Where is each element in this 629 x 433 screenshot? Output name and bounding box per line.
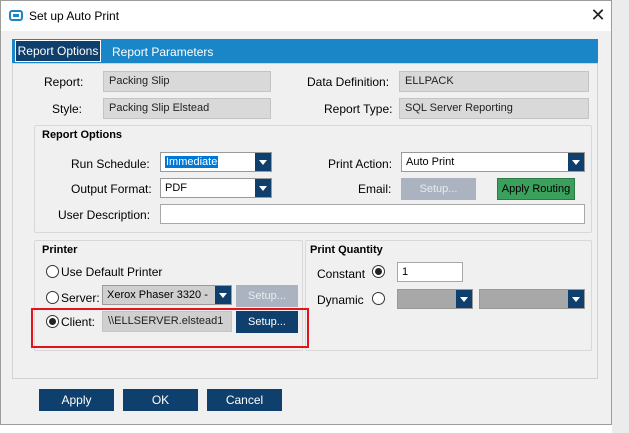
window-title: Set up Auto Print — [29, 9, 120, 23]
chevron-down-icon — [215, 286, 231, 304]
output-format-label: Output Format: — [71, 182, 152, 196]
output-format-value: PDF — [165, 182, 187, 194]
server-printer-value: Xerox Phaser 3320 - — [107, 289, 208, 301]
ok-button[interactable]: OK — [123, 389, 198, 411]
chevron-down-icon — [568, 153, 584, 171]
server-printer-label: Server: — [61, 291, 100, 305]
constant-radio[interactable] — [372, 265, 385, 278]
style-label: Style: — [52, 102, 83, 116]
user-description-input[interactable] — [160, 204, 585, 224]
background-app-area — [612, 0, 629, 433]
chevron-down-icon — [255, 179, 271, 197]
chevron-down-icon — [568, 290, 584, 308]
use-default-printer-label: Use Default Printer — [61, 265, 163, 279]
cancel-button[interactable]: Cancel — [207, 389, 282, 411]
run-schedule-select[interactable]: Immediate — [160, 152, 272, 172]
email-label: Email: — [358, 182, 392, 196]
report-field: Packing Slip — [103, 71, 271, 92]
apply-routing-button[interactable]: Apply Routing — [497, 178, 575, 200]
printer-group-title: Printer — [42, 244, 78, 256]
print-quantity-group-title: Print Quantity — [310, 244, 383, 256]
output-format-select[interactable]: PDF — [160, 178, 272, 198]
tab-report-parameters[interactable]: Report Parameters — [112, 41, 213, 63]
email-setup-button[interactable]: Setup... — [401, 178, 476, 200]
apply-button[interactable]: Apply — [39, 389, 114, 411]
run-schedule-label: Run Schedule: — [71, 157, 150, 171]
style-field: Packing Slip Elstead — [103, 98, 271, 119]
chevron-down-icon — [456, 290, 472, 308]
tab-bar: Report Options Report Parameters — [12, 39, 598, 63]
server-setup-button[interactable]: Setup... — [236, 285, 298, 307]
auto-print-dialog: Set up Auto Print ✕ Report Options Repor… — [0, 0, 612, 425]
data-definition-label: Data Definition: — [307, 75, 390, 89]
print-action-select[interactable]: Auto Print — [401, 152, 585, 172]
dynamic-radio[interactable] — [372, 292, 385, 305]
constant-label: Constant — [317, 267, 366, 281]
print-action-label: Print Action: — [328, 157, 393, 171]
server-printer-radio[interactable] — [46, 291, 59, 304]
constant-quantity-input[interactable]: 1 — [397, 262, 463, 282]
report-type-field: SQL Server Reporting — [399, 98, 589, 119]
client-highlight-box — [31, 308, 309, 348]
report-label: Report: — [44, 75, 84, 89]
server-printer-select[interactable]: Xerox Phaser 3320 - — [102, 285, 232, 305]
print-action-value: Auto Print — [406, 156, 455, 168]
report-options-group-title: Report Options — [42, 129, 123, 141]
dynamic-label: Dynamic — [317, 293, 364, 307]
tab-report-options[interactable]: Report Options — [15, 40, 101, 62]
data-definition-field: ELLPACK — [399, 71, 589, 92]
chevron-down-icon — [255, 153, 271, 171]
title-bar: Set up Auto Print ✕ — [1, 1, 611, 31]
report-type-label: Report Type: — [324, 102, 393, 116]
use-default-printer-radio[interactable] — [46, 265, 59, 278]
dynamic-field-select[interactable] — [397, 289, 473, 309]
close-icon[interactable]: ✕ — [587, 5, 609, 27]
run-schedule-value: Immediate — [165, 156, 219, 168]
dynamic-source-select[interactable] — [479, 289, 585, 309]
user-description-label: User Description: — [58, 208, 151, 222]
app-window-icon — [9, 10, 23, 21]
